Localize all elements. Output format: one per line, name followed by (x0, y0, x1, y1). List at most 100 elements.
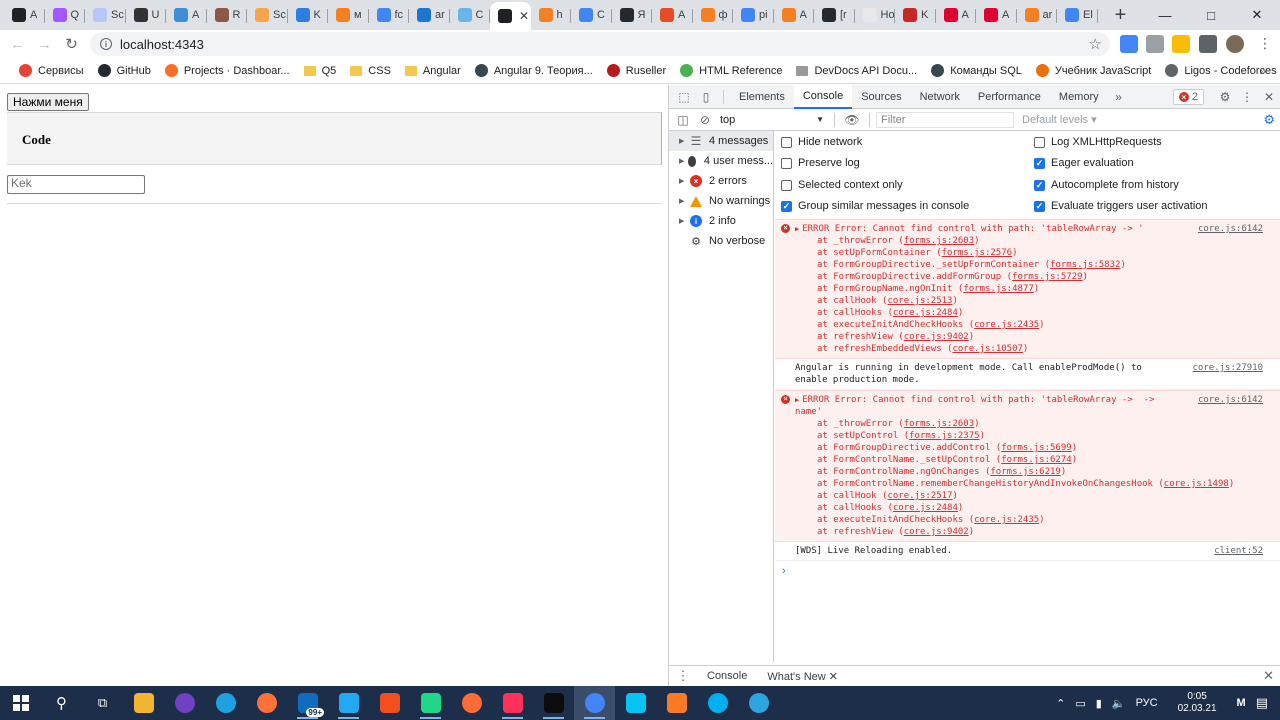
message-source-link[interactable]: core.js:6142 (1198, 394, 1263, 406)
bookmarks-overflow-icon[interactable]: » (1259, 64, 1266, 78)
sidebar-item[interactable]: ▶ ☰ 4 messages (669, 131, 773, 151)
taskbar-app[interactable]: 99+ (287, 686, 328, 720)
expand-arrow-icon[interactable]: ▶ (795, 396, 799, 404)
live-expression-eye-icon[interactable]: 👁 (841, 108, 863, 132)
autocomplete-checkbox[interactable]: ✓ Autocomplete from history (1034, 179, 1179, 191)
browser-tab[interactable]: C (571, 2, 612, 28)
kek-text-input[interactable]: Kek (7, 175, 145, 194)
message-source-link[interactable]: core.js:27910 (1193, 362, 1263, 374)
log-xhr-checkbox[interactable]: Log XMLHttpRequests (1034, 136, 1162, 148)
eager-evaluation-checkbox[interactable]: ✓ Eager evaluation (1034, 157, 1134, 169)
message-source-link[interactable]: client:52 (1214, 545, 1263, 557)
taskbar-app[interactable] (205, 686, 246, 720)
taskbar-app[interactable] (533, 686, 574, 720)
maximize-icon[interactable]: □ (1188, 0, 1234, 30)
stack-source-link[interactable]: forms.js:4877 (963, 284, 1033, 294)
log-levels-dropdown[interactable]: Default levels ▾ (1022, 113, 1097, 126)
taskbar-app[interactable] (328, 686, 369, 720)
browser-tab[interactable]: K (895, 2, 936, 28)
browser-tab[interactable]: ф (693, 2, 734, 28)
preserve-log-checkbox[interactable]: Preserve log (781, 157, 860, 169)
browser-tab[interactable]: El (1057, 2, 1098, 28)
language-indicator[interactable]: РУС (1131, 697, 1163, 709)
taskbar-app[interactable] (656, 686, 697, 720)
stack-source-link[interactable]: core.js:1498 (1164, 479, 1229, 489)
expand-arrow-icon[interactable]: ▶ (679, 157, 687, 165)
devtools-tab-elements[interactable]: Elements (730, 85, 794, 109)
hide-network-checkbox[interactable]: Hide network (781, 136, 862, 148)
browser-tab[interactable]: fc (369, 2, 410, 28)
stack-source-link[interactable]: forms.js:6219 (990, 467, 1060, 477)
minimize-icon[interactable]: — (1142, 0, 1188, 30)
task-view-icon[interactable]: ⧉ (82, 686, 123, 720)
browser-tab[interactable]: C (450, 2, 491, 28)
browser-tab[interactable]: A (166, 2, 207, 28)
bookmark-item[interactable]: Q5 (297, 59, 344, 83)
drawer-tab-console[interactable]: Console (697, 670, 757, 682)
bookmark-star-icon[interactable]: ☆ (1089, 35, 1102, 53)
close-tab-icon[interactable]: ✕ (519, 9, 529, 23)
sidebar-item[interactable]: ▶ × 2 errors (669, 171, 773, 191)
browser-tab[interactable]: A (4, 2, 45, 28)
stack-source-link[interactable]: core.js:2435 (974, 515, 1039, 525)
browser-tab[interactable]: A (936, 2, 977, 28)
taskbar-app[interactable] (369, 686, 410, 720)
bookmark-item[interactable]: Команды SQL (924, 59, 1029, 83)
taskbar-app[interactable] (451, 686, 492, 720)
stack-source-link[interactable]: core.js:9402 (904, 527, 969, 537)
sidebar-item[interactable]: ⚙ No verbose (669, 231, 773, 251)
expand-arrow-icon[interactable]: ▶ (679, 177, 689, 185)
forward-arrow-icon[interactable]: → (31, 30, 58, 58)
taskbar-app[interactable] (697, 686, 738, 720)
pin-extension-icon[interactable] (1172, 35, 1190, 53)
new-tab-button[interactable]: + (1106, 0, 1136, 30)
stack-source-link[interactable]: forms.js:2375 (909, 431, 979, 441)
stack-source-link[interactable]: core.js:2484 (893, 503, 958, 513)
expand-arrow-icon[interactable]: ▶ (795, 225, 799, 233)
context-selector[interactable]: top ▼ (716, 112, 828, 128)
stack-source-link[interactable]: forms.js:6274 (1001, 455, 1071, 465)
drawer-menu-icon[interactable]: ⋮ (669, 668, 697, 684)
browser-tab[interactable]: ar (1017, 2, 1058, 28)
stack-source-link[interactable]: forms.js:2603 (904, 419, 974, 429)
expand-arrow-icon[interactable]: ▶ (679, 137, 689, 145)
bookmark-item[interactable]: CSS (343, 59, 398, 83)
close-devtools-icon[interactable]: ✕ (1258, 85, 1280, 109)
battery-icon[interactable]: ▮ (1091, 697, 1107, 710)
clock[interactable]: 0:05 02.03.21 (1163, 691, 1232, 715)
stack-source-link[interactable]: forms.js:5832 (1050, 260, 1120, 270)
browser-tab[interactable]: ar (409, 2, 450, 28)
bookmark-item[interactable]: DevDocs API Docu... (789, 59, 924, 83)
browser-tab[interactable]: h (531, 2, 572, 28)
stack-source-link[interactable]: forms.js:5729 (1012, 272, 1082, 282)
devtools-tab-performance[interactable]: Performance (969, 85, 1050, 109)
group-similar-checkbox[interactable]: ✓ Group similar messages in console (781, 200, 969, 212)
browser-tab-active[interactable]: ✕ (490, 2, 531, 30)
bookmark-item[interactable]: Projects · Dashboar... (158, 59, 297, 83)
bookmark-item[interactable]: GitHub (91, 59, 158, 83)
stack-source-link[interactable]: core.js:10507 (952, 344, 1022, 354)
bookmark-item[interactable]: Ruseller (600, 59, 673, 83)
browser-tab[interactable]: R (207, 2, 248, 28)
press-me-button[interactable]: Нажми меня (7, 93, 89, 111)
expand-arrow-icon[interactable]: ▶ (679, 217, 689, 225)
clear-console-icon[interactable]: ⊘ (694, 108, 716, 132)
app-tray-icon[interactable]: ‎M (1232, 697, 1251, 709)
settings-gear-icon[interactable]: ⚙ (1214, 85, 1236, 109)
filter-input[interactable]: Filter (876, 111, 1014, 128)
taskbar-app[interactable] (410, 686, 451, 720)
devtools-tab-memory[interactable]: Memory (1050, 85, 1108, 109)
browser-tab[interactable]: U (126, 2, 167, 28)
browser-tab[interactable]: A (976, 2, 1017, 28)
expand-arrow-icon[interactable]: ▶ (679, 197, 689, 205)
browser-tab[interactable]: pi (733, 2, 774, 28)
taskbar-app[interactable] (164, 686, 205, 720)
bookmark-item[interactable]: Angular 9. Теория... (468, 59, 600, 83)
browser-tab[interactable]: A (774, 2, 815, 28)
stack-source-link[interactable]: forms.js:5699 (1001, 443, 1071, 453)
extension-icon[interactable] (1146, 35, 1164, 53)
stack-source-link[interactable]: forms.js:2576 (942, 248, 1012, 258)
browser-tab[interactable]: [r (814, 2, 855, 28)
stack-source-link[interactable]: core.js:9402 (904, 332, 969, 342)
tray-overflow-icon[interactable]: ⌃ (1051, 697, 1070, 710)
